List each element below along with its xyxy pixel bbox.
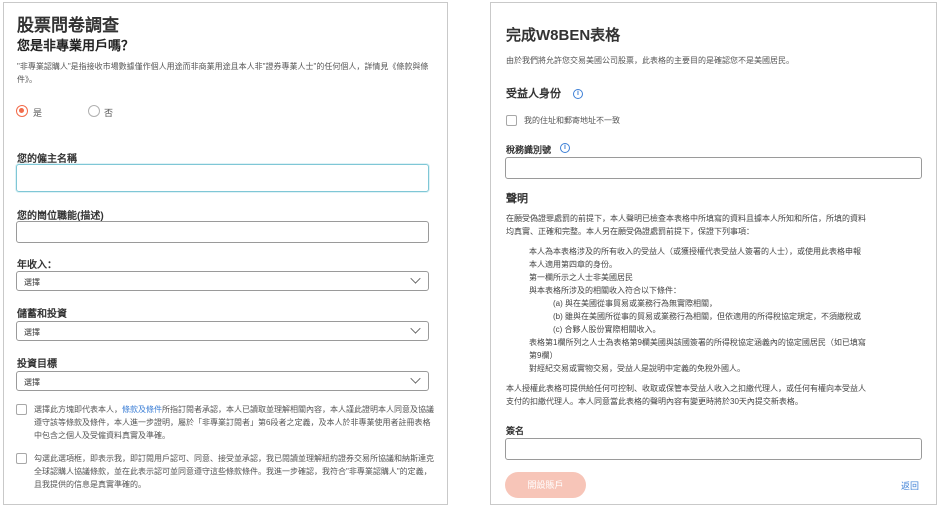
job-label: 您的崗位職能(描述)	[17, 211, 104, 222]
decl-line: (b) 雖與在美國所從事的貿易或業務行為相關，但依適用的所得稅協定規定，不須繳稅…	[553, 312, 861, 321]
savings-select[interactable]: 選擇	[16, 321, 429, 341]
decl-line: (c) 合夥人股份實際相關收入。	[553, 325, 661, 334]
income-select[interactable]: 選擇	[16, 271, 429, 291]
job-input[interactable]	[16, 221, 429, 243]
goal-label: 投資目標	[17, 359, 57, 370]
w8ben-title: 完成W8BEN表格	[506, 27, 621, 44]
goal-select[interactable]: 選擇	[16, 371, 429, 391]
savings-select-value: 選擇	[24, 328, 40, 337]
decl-line: 表格第1欄所列之人士為表格第9欄美國與該國簽署的所得稅協定涵義內的協定國居民（如…	[529, 338, 866, 347]
consent-checkbox-terms[interactable]	[16, 404, 27, 415]
questionnaire-panel: 股票問卷調查 您是非專業用戶嗎？ "非專業認購人"是指接收市場數據僅作個人用途而…	[3, 2, 448, 505]
decl-line: 均真實、正確和完整。本人另在願受偽證處罰前提下，保證下列事項：	[506, 227, 754, 236]
chevron-down-icon	[410, 323, 421, 334]
decl-line: 在願受偽證罪處罰的前提下，本人聲明已檢查本表格中所填寫的資料且據本人所知和所信，…	[506, 214, 866, 223]
questionnaire-subtitle: 您是非專業用戶嗎？	[17, 38, 135, 53]
info-icon[interactable]: i	[573, 89, 583, 99]
decl-line: 第9欄）	[529, 351, 558, 360]
declaration-heading: 聲明	[506, 193, 528, 205]
decl-line: 本人適用第四章的身份。	[529, 260, 617, 269]
income-label: 年收入：	[17, 260, 57, 271]
employer-input[interactable]	[16, 164, 429, 192]
info-icon[interactable]: i	[560, 143, 570, 153]
signature-input[interactable]	[505, 438, 922, 460]
beneficiary-label: 受益人身份	[506, 88, 561, 100]
decl-line: 本人授權此表格可提供給任何可控制、收取或保管本受益人收入之扣繳代理人，或任何有權…	[506, 384, 866, 393]
signature-label: 簽名	[506, 426, 525, 436]
savings-label: 儲蓄和投資	[17, 309, 67, 320]
goal-select-value: 選擇	[24, 378, 40, 387]
decl-line: 支付的扣繳代理人。本人同意當此表格的聲明內容有變更時將於30天內提交新表格。	[506, 397, 803, 406]
decl-line: 對經紀交易或實物交易，受益人是說明中定義的免稅外國人。	[529, 364, 745, 373]
tin-label: 稅務識別號	[506, 145, 552, 155]
open-account-button[interactable]: 開設賬戶	[505, 472, 586, 498]
decl-line: 本人為本表格涉及的所有收入的受益人（或獲授權代表受益人簽署的人士），或使用此表格…	[529, 247, 861, 256]
decl-line: 第一欄所示之人士非美國居民	[529, 273, 633, 282]
consent-terms-text: 選擇此方塊即代表本人，條款及條件所指訂閱者承認，本人已讀取並理解相關內容，本人謹…	[34, 405, 434, 440]
address-differs-checkbox[interactable]	[506, 115, 517, 126]
questionnaire-title: 股票問卷調查	[17, 16, 119, 35]
chevron-down-icon	[410, 273, 421, 284]
terms-link[interactable]: 條款及條件	[122, 405, 162, 414]
back-link[interactable]: 返回	[901, 479, 919, 492]
w8ben-panel: 完成W8BEN表格 由於我們將允許您交易美國公司股票，此表格的主要目的是確認您不…	[490, 2, 937, 505]
intro-text: "非專業認購人"是指接收市場數據僅作個人用途而非商業用途且本人非"證券專業人士"…	[17, 62, 429, 84]
chevron-down-icon	[410, 373, 421, 384]
decl-line: (a) 與在美國從事貿易或業務行為無實際相關，	[553, 299, 717, 308]
income-select-value: 選擇	[24, 278, 40, 287]
decl-line: 與本表格所涉及的相關收入符合以下條件：	[529, 286, 681, 295]
w8ben-intro: 由於我們將允許您交易美國公司股票，此表格的主要目的是確認您不是美國居民。	[506, 56, 794, 65]
radio-no[interactable]	[88, 105, 100, 117]
consent-nyse-text: 勾選此選項框，即表示我，即訂閱用戶認可、同意、接受並承認，我已閱讀並理解紐約證券…	[34, 454, 434, 489]
radio-no-label: 否	[104, 108, 114, 118]
consent-checkbox-nyse[interactable]	[16, 453, 27, 464]
tin-input[interactable]	[505, 157, 922, 179]
radio-yes-label: 是	[33, 108, 43, 118]
radio-yes[interactable]	[16, 105, 28, 117]
employer-label: 您的僱主名稱	[17, 154, 77, 165]
address-differs-label: 我的住址和郵寄地址不一致	[524, 116, 620, 125]
